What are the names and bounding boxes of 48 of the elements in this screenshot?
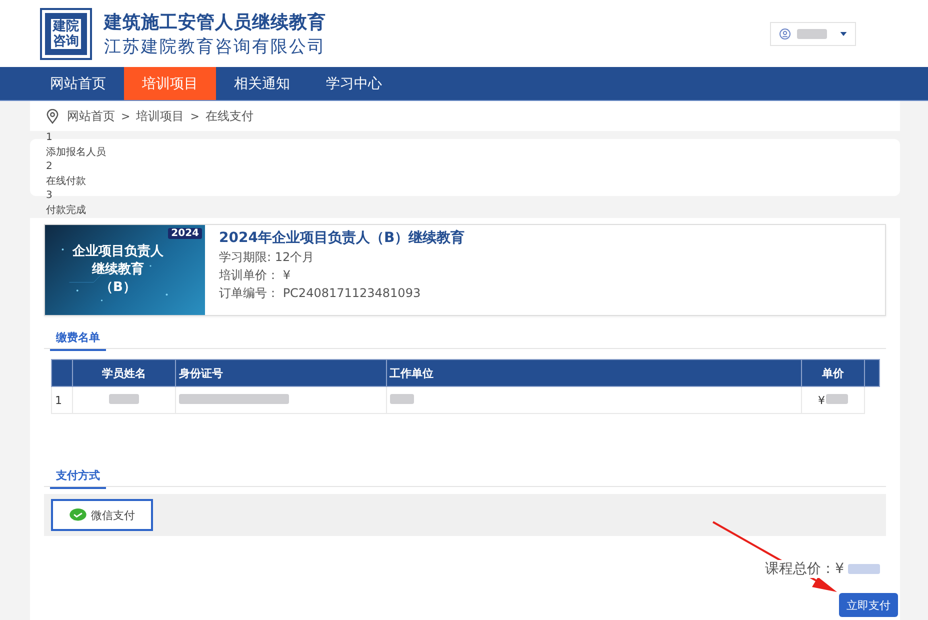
nav-tab[interactable]: 网站首页 (32, 67, 124, 100)
site-subtitle: 江苏建院教育咨询有限公司 (104, 36, 326, 58)
banner-title: （B） (100, 279, 136, 297)
table-header-cell: 学员姓名 (72, 360, 176, 386)
breadcrumb-separator: > (121, 110, 130, 122)
wechat-pay-option[interactable]: 微信支付 (51, 499, 153, 531)
table-cell: 1 (52, 386, 72, 414)
nav-tab[interactable]: 相关通知 (216, 67, 308, 100)
site-title: 建筑施工安管人员继续教育 (104, 10, 326, 34)
course-detail: 订单编号： PC2408171123481093 (219, 285, 422, 302)
course-detail: 培训单价： ¥ (219, 267, 292, 284)
table-header-cell: 工作单位 (386, 360, 802, 386)
logo-mark: 建院 咨询 (40, 8, 92, 60)
table-header-cell (52, 360, 72, 386)
chat-bubble-icon (69, 508, 87, 522)
breadcrumb-link[interactable]: 培训项目 (136, 108, 184, 124)
caret-icon (840, 32, 847, 36)
step-label: 在线付款 (46, 174, 87, 188)
step-label: 付款完成 (46, 204, 87, 218)
table-header-cell: 身份证号 (175, 360, 386, 386)
step-number: 2 (46, 160, 54, 174)
redacted-text (826, 394, 848, 404)
location-pin-icon (46, 108, 59, 124)
banner-title: 企业项目负责人 (72, 243, 164, 261)
breadcrumb-separator: > (190, 110, 200, 122)
user-menu[interactable] (770, 22, 856, 46)
section-tab[interactable]: 缴费名单 (50, 329, 106, 351)
banner-title: 继续教育 (92, 261, 144, 279)
table-header-cell (864, 360, 880, 386)
redacted-text (108, 394, 139, 404)
user-icon (779, 28, 791, 40)
redacted-text (390, 394, 414, 404)
nav-tab[interactable]: 学习中心 (308, 67, 400, 100)
breadcrumb-link[interactable]: 网站首页 (67, 108, 115, 124)
table-cell: ¥ (818, 394, 825, 406)
step-number: 1 (46, 131, 54, 145)
step-number: 3 (46, 189, 54, 203)
pay-now-button[interactable]: 立即支付 (839, 593, 898, 617)
step-label: 添加报名人员 (46, 146, 107, 160)
redacted-text (797, 28, 827, 38)
table-header-cell: 单价 (802, 360, 864, 386)
year-badge: 2024 (168, 228, 202, 239)
section-tab[interactable]: 支付方式 (50, 467, 106, 489)
breadcrumb-link[interactable]: 在线支付 (205, 108, 254, 124)
total-price: 课程总价：¥ (763, 560, 846, 578)
course-title: 2024年企业项目负责人（B）继续教育 (219, 228, 465, 248)
course-detail: 学习期限: 12个月 (219, 249, 316, 266)
redacted-text (848, 564, 880, 574)
